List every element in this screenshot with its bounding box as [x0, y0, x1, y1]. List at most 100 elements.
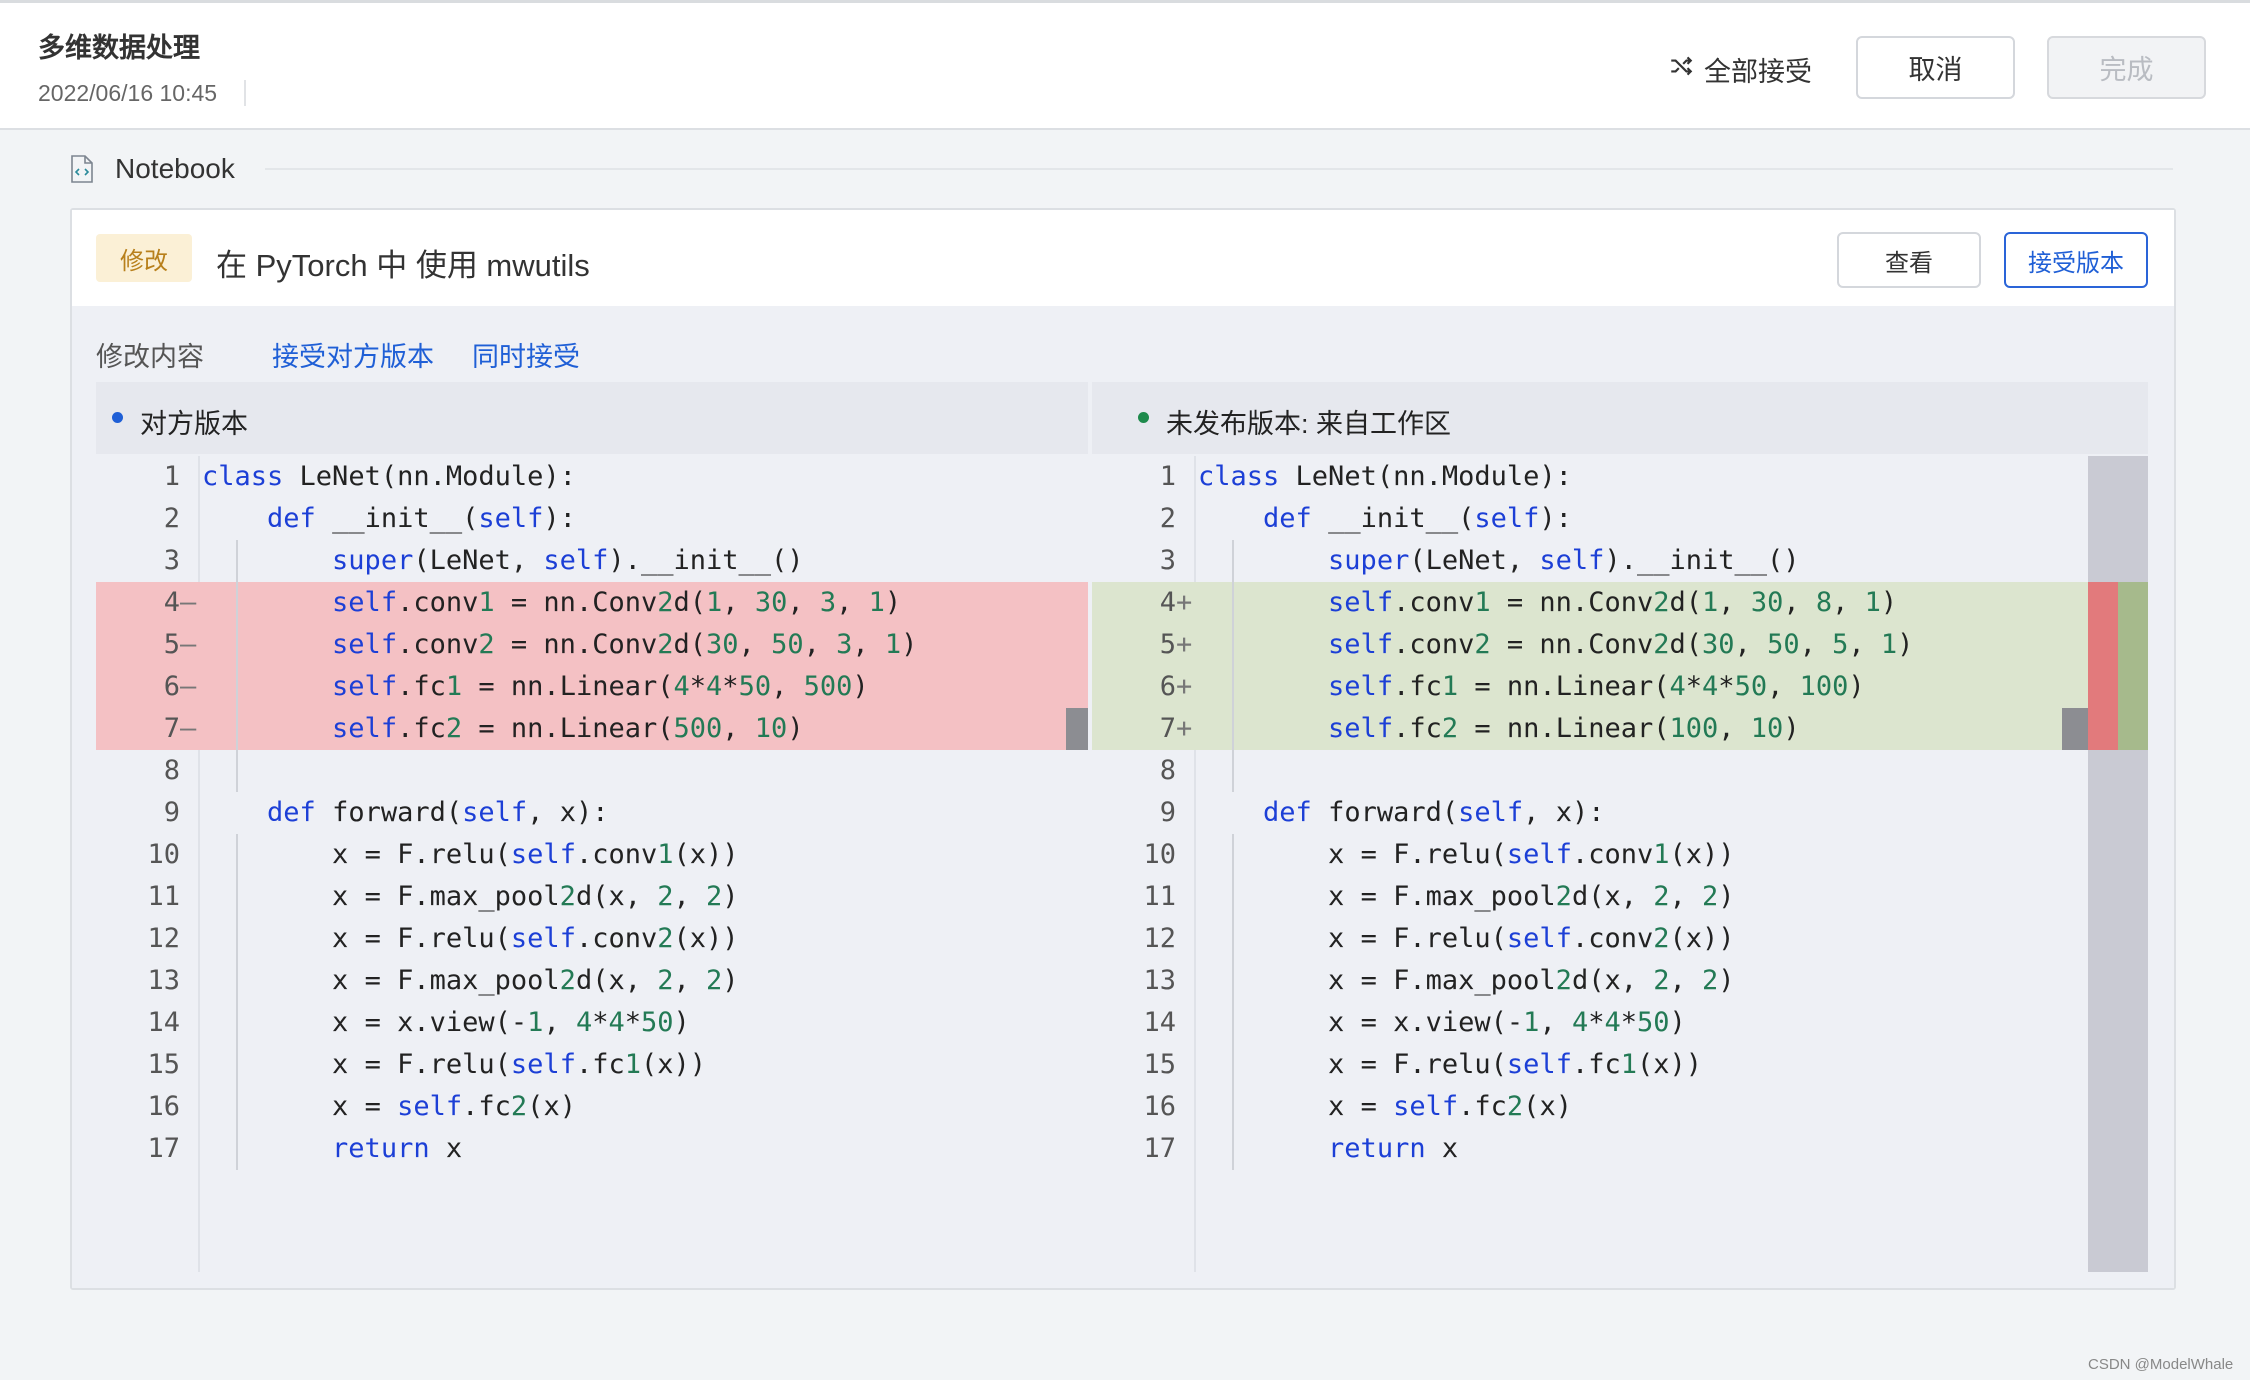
line-number: 17 — [1143, 1133, 1176, 1164]
page-title: 多维数据处理 — [38, 33, 200, 63]
tab-accept-theirs[interactable]: 接受对方版本 — [272, 335, 434, 374]
code-line[interactable]: 7— self.fc2 = nn.Linear(500, 10) — [96, 708, 1088, 750]
line-text: def __init__(self): — [1263, 503, 1572, 534]
line-text: x = F.max_pool2d(x, 2, 2) — [332, 881, 739, 912]
done-button[interactable]: 完成 — [2047, 36, 2206, 99]
line-number: 3 — [1159, 545, 1176, 576]
line-number: 2 — [163, 503, 180, 534]
line-text: self.fc2 = nn.Linear(100, 10) — [1328, 713, 1800, 744]
line-text: return x — [332, 1133, 463, 1164]
line-number: 7 — [1159, 713, 1176, 744]
code-line[interactable]: 2 def __init__(self): — [96, 498, 1088, 540]
line-text: self.conv1 = nn.Conv2d(1, 30, 3, 1) — [332, 587, 902, 618]
line-text: self.fc1 = nn.Linear(4*4*50, 100) — [1328, 671, 1865, 702]
overview-ruler[interactable] — [2088, 456, 2148, 1272]
line-number: 9 — [1159, 797, 1176, 828]
code-line[interactable]: 6 + self.fc1 = nn.Linear(4*4*50, 100) — [1092, 666, 2148, 708]
line-text: self.fc1 = nn.Linear(4*4*50, 500) — [332, 671, 869, 702]
line-number: 6 — [1159, 671, 1176, 702]
line-number: 10 — [1143, 839, 1176, 870]
code-line[interactable]: 2 def __init__(self): — [1092, 498, 2148, 540]
code-line[interactable]: 8 — [1092, 750, 2148, 792]
code-line[interactable]: 12 x = F.relu(self.conv2(x)) — [96, 918, 1088, 960]
code-line[interactable]: 13 x = F.max_pool2d(x, 2, 2) — [96, 960, 1088, 1002]
line-text: x = F.relu(self.conv2(x)) — [332, 923, 739, 954]
line-text: self.conv1 = nn.Conv2d(1, 30, 8, 1) — [1328, 587, 1898, 618]
code-line[interactable]: 15 x = F.relu(self.fc1(x)) — [1092, 1044, 2148, 1086]
line-number: 15 — [1143, 1049, 1176, 1080]
code-line[interactable]: 14 x = x.view(-1, 4*4*50) — [96, 1002, 1088, 1044]
code-line[interactable]: 16 x = self.fc2(x) — [1092, 1086, 2148, 1128]
code-line[interactable]: 3 super(LeNet, self).__init__() — [1092, 540, 2148, 582]
code-line[interactable]: 15 x = F.relu(self.fc1(x)) — [96, 1044, 1088, 1086]
line-text: return x — [1328, 1133, 1459, 1164]
code-line[interactable]: 4 + self.conv1 = nn.Conv2d(1, 30, 8, 1) — [1092, 582, 2148, 624]
left-status-dot — [112, 412, 123, 423]
code-line[interactable]: 5 + self.conv2 = nn.Conv2d(30, 50, 5, 1) — [1092, 624, 2148, 666]
line-number: 8 — [163, 755, 180, 786]
overview-deletion-marker — [2088, 582, 2118, 750]
code-line[interactable]: 7 + self.fc2 = nn.Linear(100, 10) — [1092, 708, 2148, 750]
code-line[interactable]: 9 def forward(self, x): — [96, 792, 1088, 834]
line-number: 11 — [147, 881, 180, 912]
code-line[interactable]: 17 return x — [1092, 1128, 2148, 1170]
code-line[interactable]: 13 x = F.max_pool2d(x, 2, 2) — [1092, 960, 2148, 1002]
left-code-editor[interactable]: 1 class LeNet(nn.Module): 2 def __init__(s… — [96, 456, 1088, 1272]
cancel-button[interactable]: 取消 — [1856, 36, 2015, 99]
line-number: 5 — [163, 629, 180, 660]
line-number: 6 — [163, 671, 180, 702]
left-pane-header: 对方版本 — [96, 382, 1088, 454]
line-number: 14 — [1143, 1007, 1176, 1038]
right-scrollbar-thumb[interactable] — [2062, 708, 2088, 750]
indent-guide — [1232, 834, 1234, 1170]
left-pane-title: 对方版本 — [140, 409, 248, 439]
line-text: x = F.max_pool2d(x, 2, 2) — [332, 965, 739, 996]
right-pane-header: 未发布版本: 来自工作区 — [1092, 382, 2148, 454]
diff-marker: — — [180, 671, 197, 702]
diff-marker: + — [1176, 629, 1193, 660]
code-line[interactable]: 11 x = F.max_pool2d(x, 2, 2) — [1092, 876, 2148, 918]
line-text: class LeNet(nn.Module): — [1198, 461, 1572, 492]
line-number: 12 — [147, 923, 180, 954]
left-scrollbar-thumb[interactable] — [1066, 708, 1088, 750]
line-text: x = self.fc2(x) — [332, 1091, 576, 1122]
indent-guide — [236, 540, 238, 792]
code-line[interactable]: 5— self.conv2 = nn.Conv2d(30, 50, 3, 1) — [96, 624, 1088, 666]
indent-guide — [236, 834, 238, 1170]
tab-accept-both[interactable]: 同时接受 — [472, 335, 580, 374]
code-line[interactable]: 12 x = F.relu(self.conv2(x)) — [1092, 918, 2148, 960]
code-line[interactable]: 11 x = F.max_pool2d(x, 2, 2) — [96, 876, 1088, 918]
code-line[interactable]: 4— self.conv1 = nn.Conv2d(1, 30, 3, 1) — [96, 582, 1088, 624]
notebook-file-icon — [70, 154, 94, 184]
code-line[interactable]: 1 class LeNet(nn.Module): — [1092, 456, 2148, 498]
line-number: 14 — [147, 1007, 180, 1038]
code-line[interactable]: 1 class LeNet(nn.Module): — [96, 456, 1088, 498]
right-code-editor[interactable]: 1 class LeNet(nn.Module): 2 def __init__(s… — [1092, 456, 2148, 1272]
line-text: x = F.max_pool2d(x, 2, 2) — [1328, 881, 1735, 912]
code-line[interactable]: 17 return x — [96, 1128, 1088, 1170]
line-text: x = F.relu(self.fc1(x)) — [1328, 1049, 1703, 1080]
accept-version-button[interactable]: 接受版本 — [2004, 232, 2148, 288]
card-title: 在 PyTorch 中 使用 mwutils — [216, 248, 590, 283]
code-line[interactable]: 14 x = x.view(-1, 4*4*50) — [1092, 1002, 2148, 1044]
code-line[interactable]: 10 x = F.relu(self.conv1(x)) — [96, 834, 1088, 876]
shuffle-icon — [1668, 53, 1694, 86]
code-line[interactable]: 16 x = self.fc2(x) — [96, 1086, 1088, 1128]
accept-all-button[interactable]: 全部接受 — [1668, 50, 1812, 89]
line-number: 10 — [147, 839, 180, 870]
right-status-dot — [1138, 412, 1149, 423]
diff-marker: + — [1176, 671, 1193, 702]
code-line[interactable]: 3 super(LeNet, self).__init__() — [96, 540, 1088, 582]
tab-changes[interactable]: 修改内容 — [96, 335, 204, 374]
code-line[interactable]: 8 — [96, 750, 1088, 792]
line-number: 7 — [163, 713, 180, 744]
status-badge: 修改 — [96, 234, 192, 282]
diff-marker: — — [180, 629, 197, 660]
watermark: CSDN @ModelWhale — [2088, 1356, 2234, 1373]
line-number: 15 — [147, 1049, 180, 1080]
code-line[interactable]: 9 def forward(self, x): — [1092, 792, 2148, 834]
code-line[interactable]: 6— self.fc1 = nn.Linear(4*4*50, 500) — [96, 666, 1088, 708]
code-line[interactable]: 10 x = F.relu(self.conv1(x)) — [1092, 834, 2148, 876]
view-button[interactable]: 查看 — [1837, 232, 1981, 288]
line-text: super(LeNet, self).__init__() — [1328, 545, 1800, 576]
